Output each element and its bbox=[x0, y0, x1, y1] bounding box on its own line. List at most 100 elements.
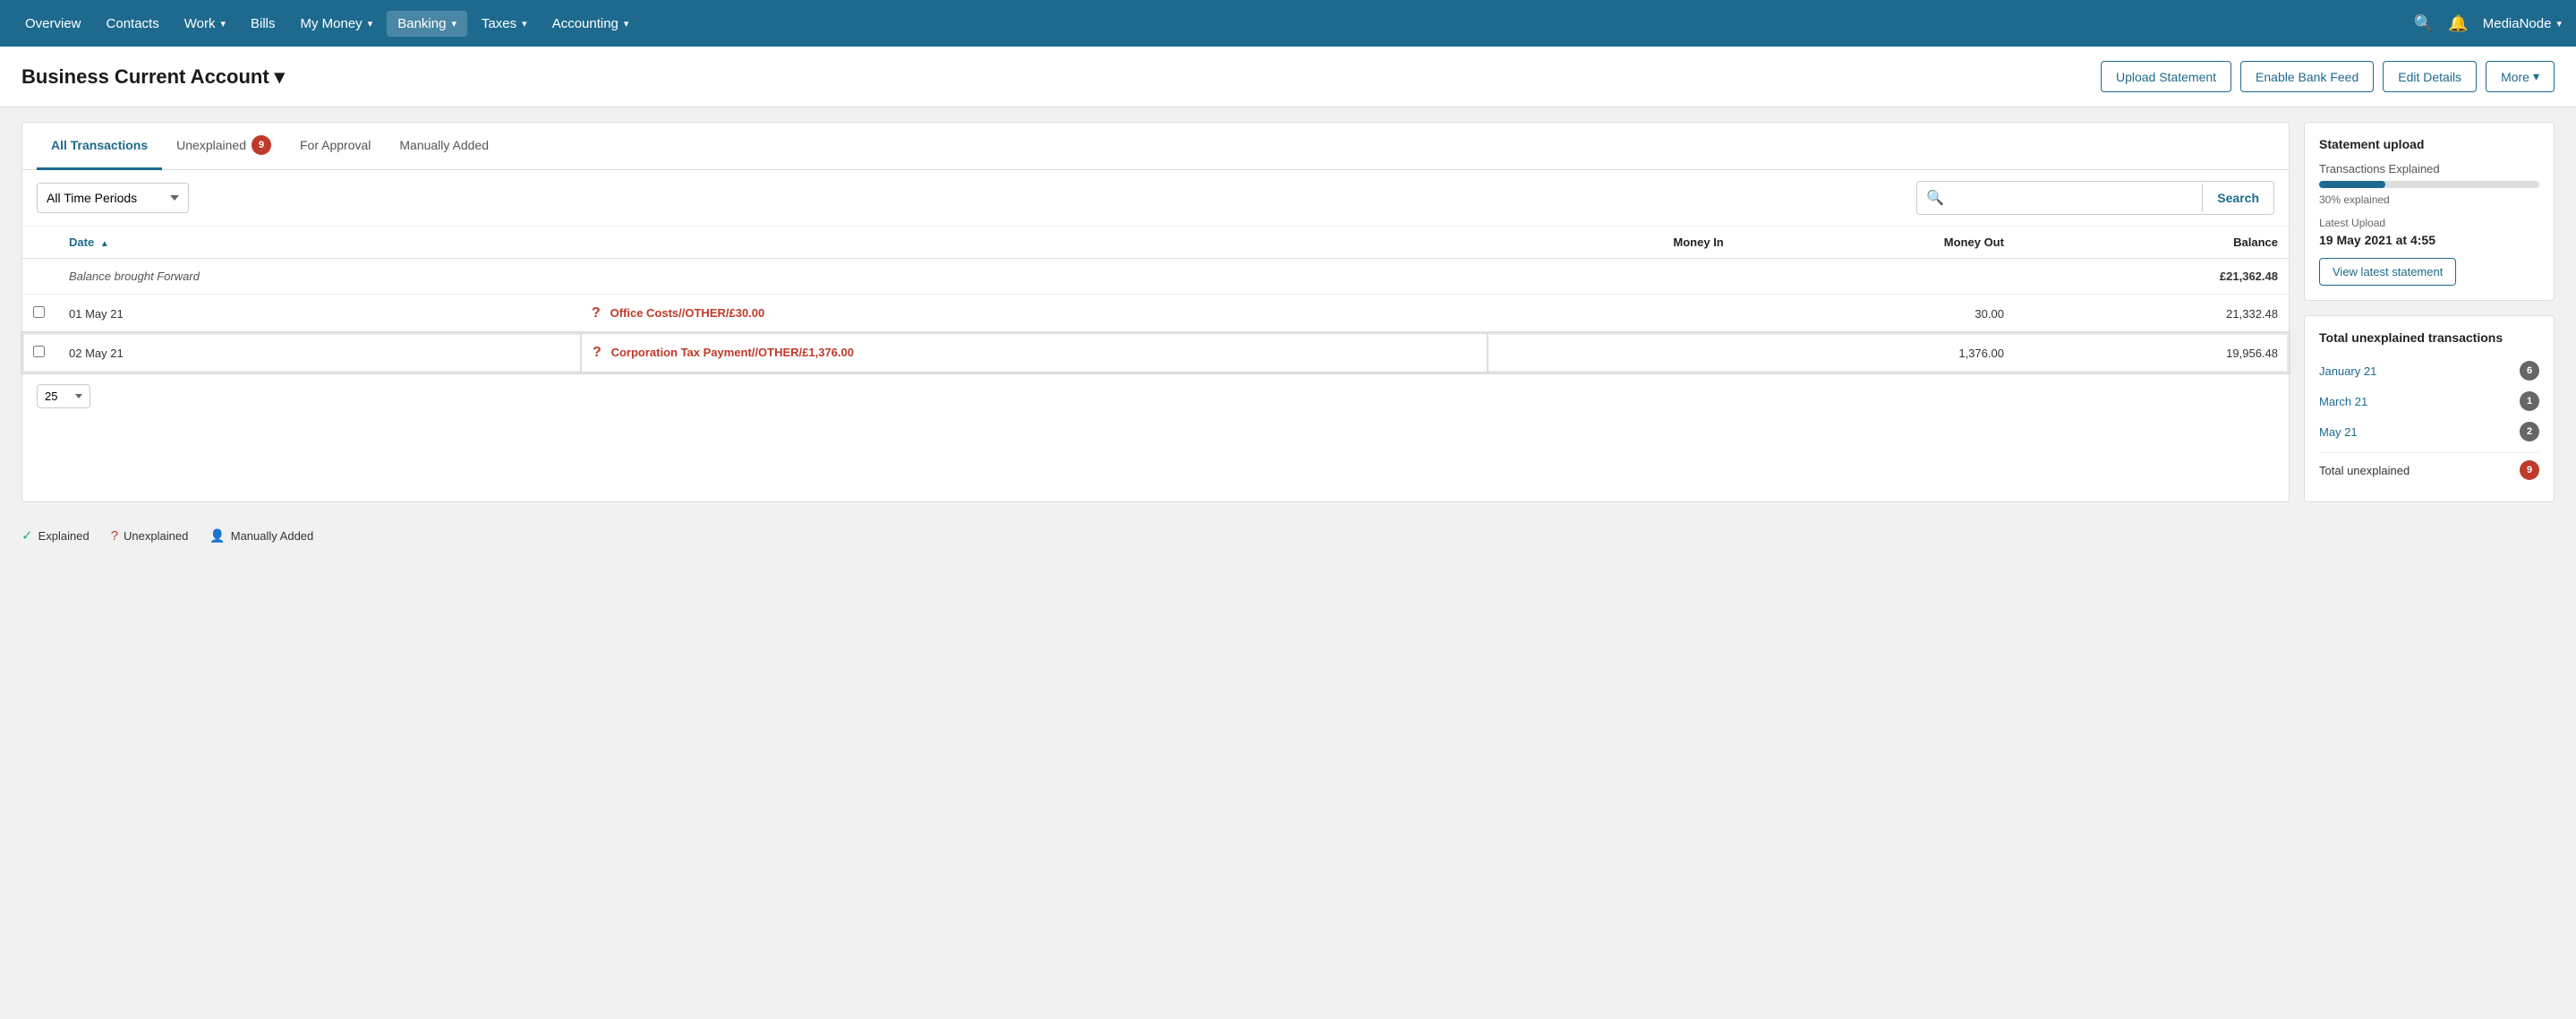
tab-all-transactions[interactable]: All Transactions bbox=[37, 123, 162, 170]
table-row: 02 May 21 ? Corporation Tax Payment//OTH… bbox=[22, 333, 2289, 372]
unexplained-transactions-card: Total unexplained transactions January 2… bbox=[2304, 315, 2555, 502]
bell-icon[interactable]: 🔔 bbox=[2448, 14, 2468, 33]
main-content: All Transactions Unexplained 9 For Appro… bbox=[0, 107, 2576, 517]
row1-money-out: 30.00 bbox=[1735, 295, 2015, 334]
edit-details-label: Edit Details bbox=[2398, 70, 2461, 84]
statement-upload-title: Statement upload bbox=[2319, 137, 2539, 151]
accounting-chevron-icon: ▾ bbox=[624, 18, 629, 30]
left-panel: All Transactions Unexplained 9 For Appro… bbox=[21, 122, 2290, 502]
search-icon[interactable]: 🔍 bbox=[2414, 14, 2434, 33]
unexplained-row-march: March 21 1 bbox=[2319, 386, 2539, 416]
search-button-label: Search bbox=[2217, 191, 2259, 205]
table-header-balance: Balance bbox=[2015, 227, 2289, 259]
table-header-date[interactable]: Date ▲ bbox=[58, 227, 581, 259]
row2-money-out: 1,376.00 bbox=[1735, 333, 2015, 372]
row2-description-link[interactable]: Corporation Tax Payment//OTHER/£1,376.00 bbox=[611, 346, 854, 359]
unexplained-january-link[interactable]: January 21 bbox=[2319, 364, 2376, 378]
latest-upload-label: Latest Upload bbox=[2319, 217, 2539, 229]
tab-unexplained[interactable]: Unexplained 9 bbox=[162, 123, 286, 170]
nav-item-taxes[interactable]: Taxes ▾ bbox=[471, 11, 538, 37]
search-input[interactable] bbox=[1953, 184, 2202, 212]
tab-for-approval[interactable]: For Approval bbox=[286, 123, 385, 170]
balance-forward-amount: £21,362.48 bbox=[2015, 259, 2289, 295]
row1-description-link[interactable]: Office Costs//OTHER/£30.00 bbox=[610, 306, 765, 320]
nav-label-bills: Bills bbox=[251, 16, 276, 31]
banking-chevron-icon: ▾ bbox=[451, 18, 456, 30]
taxes-chevron-icon: ▾ bbox=[522, 18, 527, 30]
table-header-money-out: Money Out bbox=[1735, 227, 2015, 259]
row2-checkbox[interactable] bbox=[33, 346, 45, 357]
enable-bank-feed-button[interactable]: Enable Bank Feed bbox=[2240, 61, 2374, 92]
tab-all-transactions-label: All Transactions bbox=[51, 138, 148, 152]
unexplained-title: Total unexplained transactions bbox=[2319, 330, 2539, 345]
tab-bar: All Transactions Unexplained 9 For Appro… bbox=[22, 123, 2289, 170]
row1-checkbox[interactable] bbox=[33, 306, 45, 318]
search-box: 🔍 Search bbox=[1916, 181, 2274, 215]
table-row: 01 May 21 ? Office Costs//OTHER/£30.00 3… bbox=[22, 295, 2289, 334]
nav-item-bills[interactable]: Bills bbox=[240, 11, 286, 37]
row1-status-icon: ? bbox=[592, 305, 601, 321]
filter-bar: All Time Periods This Month Last Month T… bbox=[22, 170, 2289, 227]
account-title-text: Business Current Account bbox=[21, 65, 269, 89]
more-button[interactable]: More ▾ bbox=[2486, 61, 2555, 92]
row2-description[interactable]: ? Corporation Tax Payment//OTHER/£1,376.… bbox=[581, 333, 1488, 372]
edit-details-button[interactable]: Edit Details bbox=[2383, 61, 2477, 92]
view-latest-statement-label: View latest statement bbox=[2333, 265, 2443, 278]
view-latest-statement-button[interactable]: View latest statement bbox=[2319, 258, 2456, 286]
enable-bank-feed-label: Enable Bank Feed bbox=[2256, 70, 2358, 84]
tab-manually-added-label: Manually Added bbox=[399, 138, 489, 152]
balance-forward-row: Balance brought Forward £21,362.48 bbox=[22, 259, 2289, 295]
header-bar: Business Current Account ▾ Upload Statem… bbox=[0, 47, 2576, 107]
nav-label-banking: Banking bbox=[397, 16, 446, 31]
nav-item-banking[interactable]: Banking ▾ bbox=[387, 11, 467, 37]
nav-item-contacts[interactable]: Contacts bbox=[96, 11, 170, 37]
nav-label-overview: Overview bbox=[25, 16, 81, 31]
unexplained-row-may: May 21 2 bbox=[2319, 416, 2539, 447]
page-size-select[interactable]: 25 10 50 100 bbox=[37, 384, 90, 408]
nav-label-accounting: Accounting bbox=[552, 16, 618, 31]
search-icon: 🔍 bbox=[1917, 182, 1953, 214]
right-panel: Statement upload Transactions Explained … bbox=[2304, 122, 2555, 502]
pagination-bar: 25 10 50 100 bbox=[22, 373, 2289, 419]
user-chevron-icon: ▾ bbox=[2556, 18, 2562, 30]
upload-statement-button[interactable]: Upload Statement bbox=[2101, 61, 2231, 92]
table-header-description bbox=[581, 227, 1488, 259]
legend-manually-added-label: Manually Added bbox=[231, 529, 314, 543]
row2-status-icon: ? bbox=[593, 345, 601, 360]
user-menu[interactable]: MediaNode ▾ bbox=[2483, 16, 2562, 31]
unexplained-march-link[interactable]: March 21 bbox=[2319, 395, 2367, 408]
latest-upload-date: 19 May 2021 at 4:55 bbox=[2319, 233, 2539, 247]
unexplained-row-january: January 21 6 bbox=[2319, 355, 2539, 386]
row1-balance: 21,332.48 bbox=[2015, 295, 2289, 334]
total-unexplained-row: Total unexplained 9 bbox=[2319, 452, 2539, 487]
row2-date: 02 May 21 bbox=[58, 333, 581, 372]
balance-forward-label: Balance brought Forward bbox=[58, 259, 581, 295]
row1-date: 01 May 21 bbox=[58, 295, 581, 334]
legend-explained: ✓ Explained bbox=[21, 527, 90, 544]
nav-item-accounting[interactable]: Accounting ▾ bbox=[542, 11, 640, 37]
unexplained-march-badge: 1 bbox=[2520, 391, 2539, 411]
nav-items: Overview Contacts Work ▾ Bills My Money … bbox=[14, 11, 2414, 37]
unexplained-may-link[interactable]: May 21 bbox=[2319, 425, 2358, 439]
sort-arrow-icon: ▲ bbox=[100, 239, 109, 249]
account-title[interactable]: Business Current Account ▾ bbox=[21, 65, 285, 89]
header-actions: Upload Statement Enable Bank Feed Edit D… bbox=[2101, 61, 2555, 92]
nav-right: 🔍 🔔 MediaNode ▾ bbox=[2414, 14, 2562, 33]
time-period-select[interactable]: All Time Periods This Month Last Month T… bbox=[37, 183, 189, 213]
check-icon: ✓ bbox=[21, 527, 33, 544]
nav-item-work[interactable]: Work ▾ bbox=[174, 11, 236, 37]
nav-item-overview[interactable]: Overview bbox=[14, 11, 92, 37]
tab-manually-added[interactable]: Manually Added bbox=[385, 123, 503, 170]
nav-item-my-money[interactable]: My Money ▾ bbox=[290, 11, 384, 37]
user-icon: 👤 bbox=[209, 528, 225, 544]
search-button[interactable]: Search bbox=[2202, 184, 2273, 212]
row1-description[interactable]: ? Office Costs//OTHER/£30.00 bbox=[581, 295, 1488, 334]
row2-balance: 19,956.48 bbox=[2015, 333, 2289, 372]
statement-upload-card: Statement upload Transactions Explained … bbox=[2304, 122, 2555, 301]
row2-checkbox-cell bbox=[22, 333, 58, 372]
legend-unexplained-label: Unexplained bbox=[124, 529, 188, 543]
question-icon: ? bbox=[111, 528, 118, 544]
nav-label-my-money: My Money bbox=[301, 16, 363, 31]
row1-checkbox-cell bbox=[22, 295, 58, 334]
unexplained-badge: 9 bbox=[252, 135, 271, 155]
